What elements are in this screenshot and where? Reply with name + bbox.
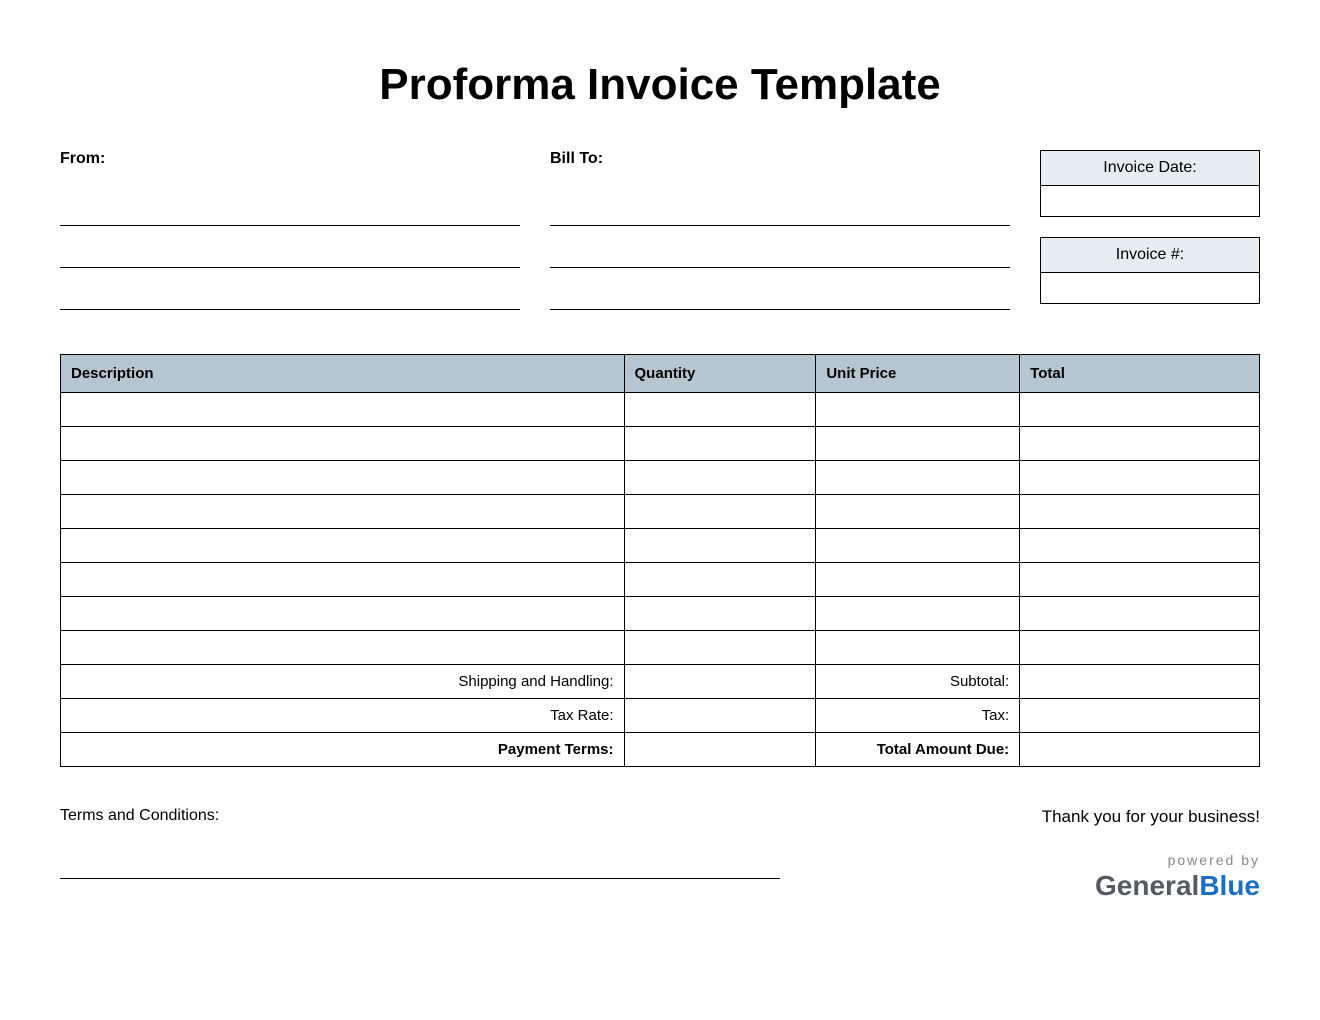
cell-description[interactable] [61, 631, 625, 665]
header-section: From: Bill To: Invoice Date: Invoice #: [60, 150, 1260, 324]
cell-total[interactable] [1020, 495, 1260, 529]
cell-total[interactable] [1020, 427, 1260, 461]
table-row [61, 495, 1260, 529]
cell-unit-price[interactable] [816, 393, 1020, 427]
meta-block: Invoice Date: Invoice #: [1040, 150, 1260, 324]
shipping-label: Shipping and Handling: [61, 665, 625, 699]
cell-quantity[interactable] [624, 461, 816, 495]
powered-by-text: powered by [1042, 852, 1260, 868]
total-due-label: Total Amount Due: [816, 733, 1020, 767]
total-due-value[interactable] [1020, 733, 1260, 767]
cell-quantity[interactable] [624, 563, 816, 597]
table-row [61, 529, 1260, 563]
thankyou-text: Thank you for your business! [1042, 807, 1260, 827]
brand-part2: Blue [1199, 870, 1260, 901]
billto-line-2[interactable] [550, 240, 1010, 268]
tax-label: Tax: [816, 699, 1020, 733]
subtotal-value[interactable] [1020, 665, 1260, 699]
invoice-number-label: Invoice #: [1041, 238, 1259, 273]
cell-quantity[interactable] [624, 427, 816, 461]
cell-description[interactable] [61, 563, 625, 597]
from-line-3[interactable] [60, 282, 520, 310]
cell-quantity[interactable] [624, 631, 816, 665]
table-row [61, 597, 1260, 631]
table-row [61, 563, 1260, 597]
cell-total[interactable] [1020, 529, 1260, 563]
payment-terms-value[interactable] [624, 733, 816, 767]
tax-rate-value[interactable] [624, 699, 816, 733]
items-table: Description Quantity Unit Price Total Sh… [60, 354, 1260, 767]
cell-description[interactable] [61, 427, 625, 461]
cell-description[interactable] [61, 393, 625, 427]
terms-line[interactable] [60, 855, 780, 879]
tax-rate-label: Tax Rate: [61, 699, 625, 733]
cell-unit-price[interactable] [816, 631, 1020, 665]
invoice-date-box: Invoice Date: [1040, 150, 1260, 217]
payment-terms-label: Payment Terms: [61, 733, 625, 767]
col-total: Total [1020, 355, 1260, 393]
col-quantity: Quantity [624, 355, 816, 393]
brand-part1: General [1095, 870, 1199, 901]
cell-description[interactable] [61, 461, 625, 495]
billto-line-1[interactable] [550, 198, 1010, 226]
page-title: Proforma Invoice Template [60, 60, 1260, 110]
from-line-1[interactable] [60, 198, 520, 226]
table-header-row: Description Quantity Unit Price Total [61, 355, 1260, 393]
billto-line-3[interactable] [550, 282, 1010, 310]
invoice-date-label: Invoice Date: [1041, 151, 1259, 186]
table-row [61, 461, 1260, 495]
table-row [61, 427, 1260, 461]
cell-quantity[interactable] [624, 393, 816, 427]
col-unit-price: Unit Price [816, 355, 1020, 393]
brand-logo: GeneralBlue [1042, 870, 1260, 902]
shipping-value[interactable] [624, 665, 816, 699]
invoice-date-value[interactable] [1041, 186, 1259, 216]
billto-block: Bill To: [550, 150, 1010, 324]
cell-unit-price[interactable] [816, 461, 1020, 495]
summary-row-tax: Tax Rate: Tax: [61, 699, 1260, 733]
invoice-number-box: Invoice #: [1040, 237, 1260, 304]
cell-total[interactable] [1020, 461, 1260, 495]
invoice-number-value[interactable] [1041, 273, 1259, 303]
cell-description[interactable] [61, 495, 625, 529]
cell-quantity[interactable] [624, 495, 816, 529]
terms-label: Terms and Conditions: [60, 807, 780, 825]
cell-unit-price[interactable] [816, 563, 1020, 597]
from-label: From: [60, 150, 520, 168]
billto-label: Bill To: [550, 150, 1010, 168]
cell-unit-price[interactable] [816, 529, 1020, 563]
summary-row-shipping: Shipping and Handling: Subtotal: [61, 665, 1260, 699]
from-line-2[interactable] [60, 240, 520, 268]
footer-section: Terms and Conditions: Thank you for your… [60, 807, 1260, 902]
cell-description[interactable] [61, 529, 625, 563]
summary-row-total: Payment Terms: Total Amount Due: [61, 733, 1260, 767]
table-row [61, 631, 1260, 665]
right-footer: Thank you for your business! powered by … [1042, 807, 1260, 902]
tax-value[interactable] [1020, 699, 1260, 733]
cell-total[interactable] [1020, 631, 1260, 665]
cell-unit-price[interactable] [816, 597, 1020, 631]
from-block: From: [60, 150, 520, 324]
cell-quantity[interactable] [624, 597, 816, 631]
cell-unit-price[interactable] [816, 427, 1020, 461]
cell-quantity[interactable] [624, 529, 816, 563]
col-description: Description [61, 355, 625, 393]
cell-total[interactable] [1020, 393, 1260, 427]
terms-block: Terms and Conditions: [60, 807, 780, 902]
cell-description[interactable] [61, 597, 625, 631]
cell-total[interactable] [1020, 563, 1260, 597]
cell-total[interactable] [1020, 597, 1260, 631]
cell-unit-price[interactable] [816, 495, 1020, 529]
subtotal-label: Subtotal: [816, 665, 1020, 699]
table-row [61, 393, 1260, 427]
